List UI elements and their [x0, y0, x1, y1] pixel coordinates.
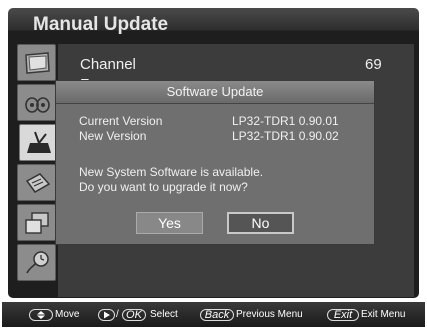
- multi-screen-icon: [25, 212, 49, 234]
- window-title: Manual Update: [33, 14, 169, 35]
- sidebar: [17, 44, 58, 300]
- sidebar-item-picture[interactable]: [17, 44, 56, 81]
- exit-menu-label: Exit Menu: [361, 309, 406, 320]
- back-key-icon: Back: [200, 309, 234, 321]
- dialog-title: Software Update: [56, 81, 374, 104]
- sidebar-item-multi-screen[interactable]: [17, 204, 56, 241]
- move-label: Move: [55, 309, 80, 320]
- tv-menu-screen: Manual Update Channel 69 Software Update…: [0, 0, 427, 329]
- right-key-icon: [98, 309, 115, 321]
- time-icon: [26, 251, 49, 274]
- ok-key-icon: OK: [122, 309, 146, 321]
- sidebar-item-input[interactable]: [17, 164, 56, 201]
- select-label: Select: [150, 309, 178, 320]
- current-version-value: LP32-TDR1 0.90.01: [232, 114, 339, 128]
- exit-key-icon: Exit: [327, 309, 359, 321]
- channel-value: 69: [365, 56, 382, 73]
- software-update-dialog: Software Update Current Version LP32-TDR…: [55, 80, 375, 245]
- footer-help-bar: Move / OK Select Back Previous Menu Exit…: [0, 302, 427, 329]
- yes-button[interactable]: Yes: [136, 212, 203, 234]
- slash-separator: /: [116, 309, 119, 320]
- input-icon: [25, 173, 51, 193]
- new-version-value: LP32-TDR1 0.90.02: [232, 129, 339, 143]
- picture-icon: [25, 52, 50, 74]
- sidebar-item-time[interactable]: [17, 244, 56, 281]
- message-line-2: Do you want to upgrade it now?: [79, 180, 248, 194]
- channel-label: Channel: [80, 56, 136, 73]
- current-version-label: Current Version: [79, 114, 163, 128]
- new-version-label: New Version: [79, 129, 147, 143]
- message-line-1: New System Software is available.: [79, 165, 264, 179]
- setup-icon: [27, 131, 51, 153]
- previous-menu-label: Previous Menu: [236, 309, 303, 320]
- no-button[interactable]: No: [227, 212, 294, 234]
- sidebar-item-audio[interactable]: [17, 84, 56, 121]
- updown-key-icon: [29, 309, 53, 321]
- audio-icon: [25, 97, 50, 113]
- sidebar-item-setup[interactable]: [19, 124, 58, 161]
